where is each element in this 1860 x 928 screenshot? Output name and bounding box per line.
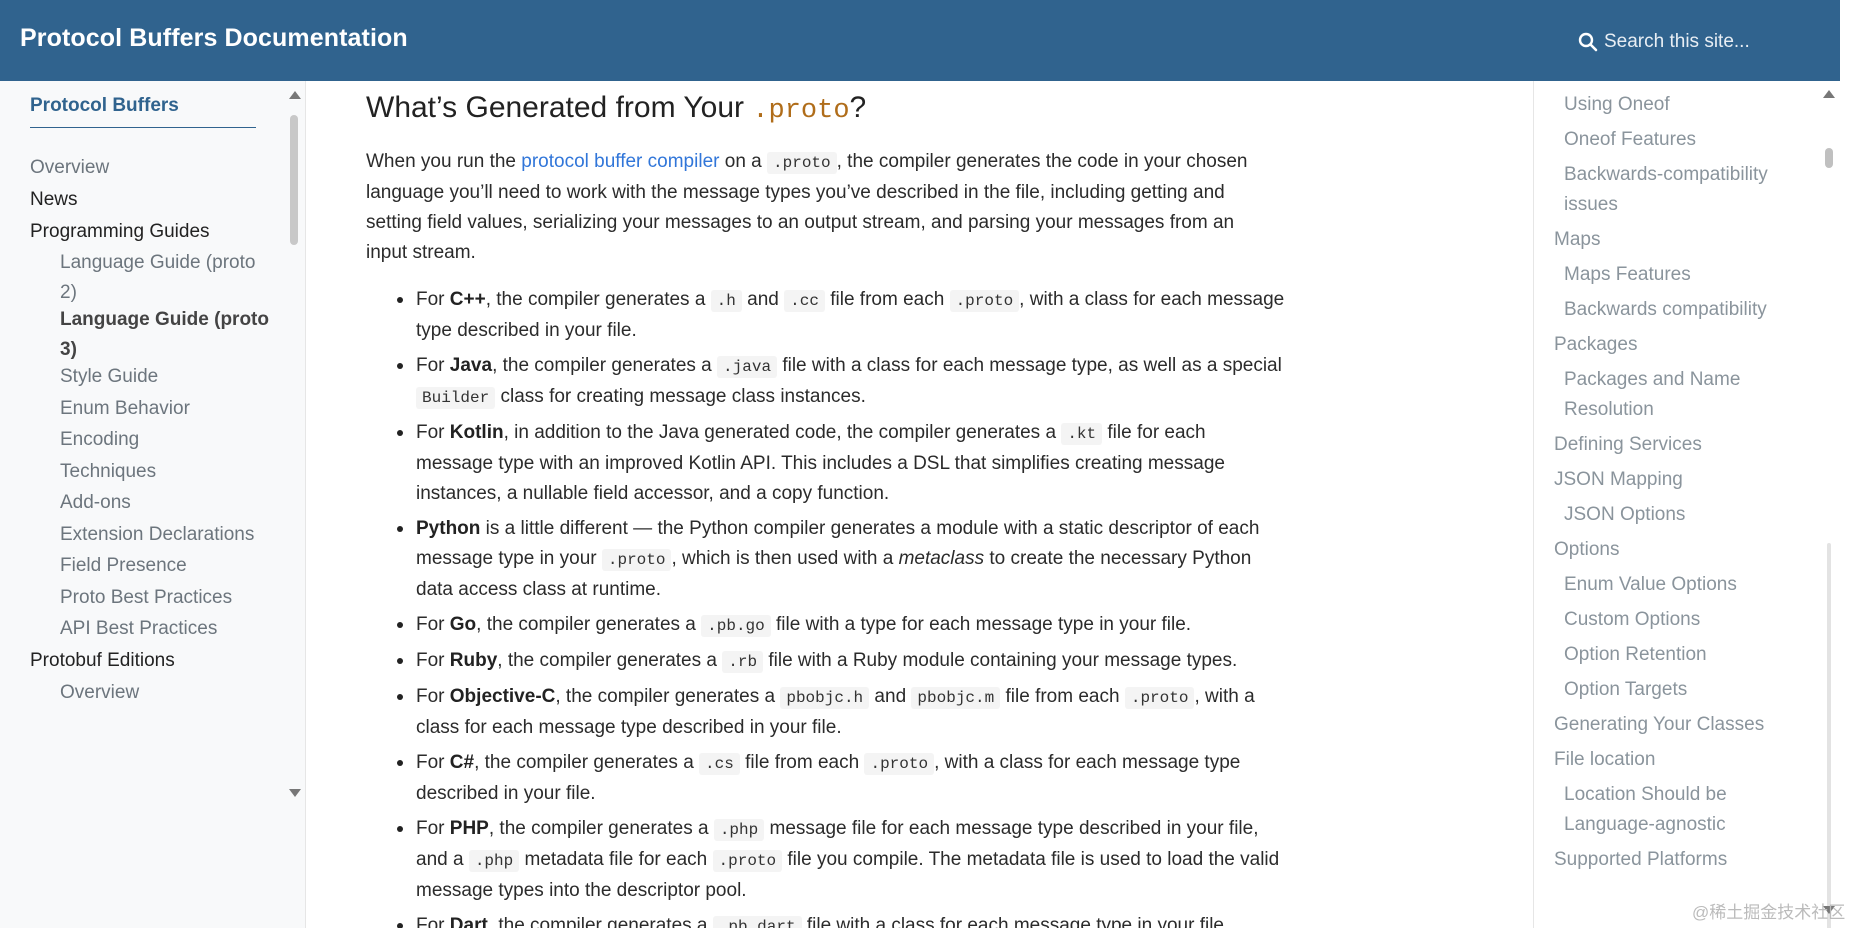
toc-item[interactable]: Option Targets bbox=[1564, 675, 1687, 705]
toc-item[interactable]: Backwards compatibility bbox=[1564, 295, 1767, 325]
toc-scroll-up-icon[interactable] bbox=[1823, 90, 1835, 98]
list-item-ruby: For Ruby, the compiler generates a .rb f… bbox=[366, 646, 1286, 677]
site-search[interactable] bbox=[1578, 26, 1778, 58]
site-brand[interactable]: Protocol Buffers Documentation bbox=[20, 24, 408, 53]
text: When you run the bbox=[366, 151, 522, 172]
scroll-down-arrow-icon[interactable] bbox=[289, 789, 301, 797]
toc-item[interactable]: Option Retention bbox=[1564, 640, 1707, 670]
protocol-buffer-compiler-link[interactable]: protocol buffer compiler bbox=[521, 151, 719, 172]
sidebar-item-programming-guides[interactable]: Programming Guides bbox=[30, 217, 210, 247]
toc-item[interactable]: Maps bbox=[1554, 225, 1600, 255]
list-item-php: For PHP, the compiler generates a .php m… bbox=[366, 814, 1286, 906]
toc-scroll-thumb[interactable] bbox=[1825, 148, 1833, 168]
toc-item[interactable]: Custom Options bbox=[1564, 605, 1700, 635]
sidebar-item-techniques[interactable]: Techniques bbox=[60, 457, 270, 487]
list-item-dart: For Dart, the compiler generates a .pb.d… bbox=[366, 911, 1286, 928]
toc-item[interactable]: Resolution bbox=[1564, 395, 1654, 425]
list-item-objective-c: For Objective-C, the compiler generates … bbox=[366, 682, 1286, 743]
toc-item[interactable]: Location Should be bbox=[1564, 780, 1727, 810]
toc-item[interactable]: Enum Value Options bbox=[1564, 570, 1737, 600]
sidebar-scroll-thumb[interactable] bbox=[290, 115, 298, 245]
language-list: For C++, the compiler generates a .h and… bbox=[366, 285, 1286, 928]
search-icon bbox=[1578, 32, 1598, 52]
intro-paragraph: When you run the protocol buffer compile… bbox=[366, 147, 1266, 268]
inline-code: .proto bbox=[767, 152, 837, 174]
top-navbar: Protocol Buffers Documentation bbox=[0, 0, 1840, 81]
heading-text: What’s Generated from Your bbox=[366, 91, 753, 124]
sidebar-item-style-guide[interactable]: Style Guide bbox=[60, 362, 270, 392]
sidebar-root-link[interactable]: Protocol Buffers bbox=[30, 95, 256, 128]
toc-item[interactable]: issues bbox=[1564, 190, 1618, 220]
sidebar-item-news[interactable]: News bbox=[30, 185, 78, 215]
sidebar-item-language-guide-proto2[interactable]: Language Guide (proto 2) bbox=[60, 248, 270, 308]
scroll-up-arrow-icon[interactable] bbox=[289, 91, 301, 99]
toc-item[interactable]: Packages bbox=[1554, 330, 1637, 360]
sidebar-item-protobuf-editions[interactable]: Protobuf Editions bbox=[30, 646, 175, 676]
text: on a bbox=[719, 151, 768, 172]
list-item-python: Python is a little different — the Pytho… bbox=[366, 514, 1286, 605]
toc-item[interactable]: JSON Options bbox=[1564, 500, 1685, 530]
watermark: @稀土掘金技术社区 bbox=[1692, 903, 1846, 922]
heading-suffix: ? bbox=[849, 91, 867, 124]
sidebar-item-overview[interactable]: Overview bbox=[30, 153, 109, 183]
left-sidebar: Protocol Buffers Overview News Programmi… bbox=[0, 81, 306, 928]
sidebar-item-enum-behavior[interactable]: Enum Behavior bbox=[60, 394, 270, 424]
list-item-csharp: For C#, the compiler generates a .cs fil… bbox=[366, 748, 1286, 809]
list-item-cpp: For C++, the compiler generates a .h and… bbox=[366, 285, 1286, 346]
toc-scroll-track[interactable] bbox=[1827, 543, 1831, 928]
search-input[interactable] bbox=[1604, 31, 1774, 53]
toc-item[interactable]: File location bbox=[1554, 745, 1655, 775]
sidebar-item-language-guide-proto3[interactable]: Language Guide (proto 3) bbox=[60, 305, 270, 365]
sidebar-item-field-presence[interactable]: Field Presence bbox=[60, 551, 270, 581]
sidebar-item-api-best-practices[interactable]: API Best Practices bbox=[60, 614, 270, 644]
sidebar-item-encoding[interactable]: Encoding bbox=[60, 425, 270, 455]
toc-item[interactable]: Options bbox=[1554, 535, 1619, 565]
toc-item[interactable]: JSON Mapping bbox=[1554, 465, 1683, 495]
table-of-contents: Using Oneof Oneof Features Backwards-com… bbox=[1533, 81, 1833, 928]
section-heading: What’s Generated from Your .proto? bbox=[366, 91, 866, 126]
sidebar-item-extension-declarations[interactable]: Extension Declarations bbox=[60, 520, 270, 550]
toc-item[interactable]: Language-agnostic bbox=[1564, 810, 1726, 840]
sidebar-item-editions-overview[interactable]: Overview bbox=[60, 678, 270, 708]
heading-code: .proto bbox=[752, 96, 850, 126]
toc-item[interactable]: Defining Services bbox=[1554, 430, 1702, 460]
toc-item[interactable]: Using Oneof bbox=[1564, 90, 1670, 120]
list-item-go: For Go, the compiler generates a .pb.go … bbox=[366, 610, 1286, 641]
sidebar-item-proto-best-practices[interactable]: Proto Best Practices bbox=[60, 583, 270, 613]
sidebar-item-add-ons[interactable]: Add-ons bbox=[60, 488, 270, 518]
list-item-java: For Java, the compiler generates a .java… bbox=[366, 351, 1286, 413]
list-item-kotlin: For Kotlin, in addition to the Java gene… bbox=[366, 418, 1286, 509]
toc-scrollbar[interactable] bbox=[1822, 88, 1836, 928]
sidebar-scrollbar[interactable] bbox=[289, 91, 301, 797]
toc-item[interactable]: Oneof Features bbox=[1564, 125, 1696, 155]
toc-item[interactable]: Generating Your Classes bbox=[1554, 710, 1764, 740]
toc-item[interactable]: Maps Features bbox=[1564, 260, 1691, 290]
toc-item[interactable]: Supported Platforms bbox=[1554, 845, 1727, 875]
toc-item[interactable]: Backwards-compatibility bbox=[1564, 160, 1768, 190]
toc-item[interactable]: Packages and Name bbox=[1564, 365, 1740, 395]
